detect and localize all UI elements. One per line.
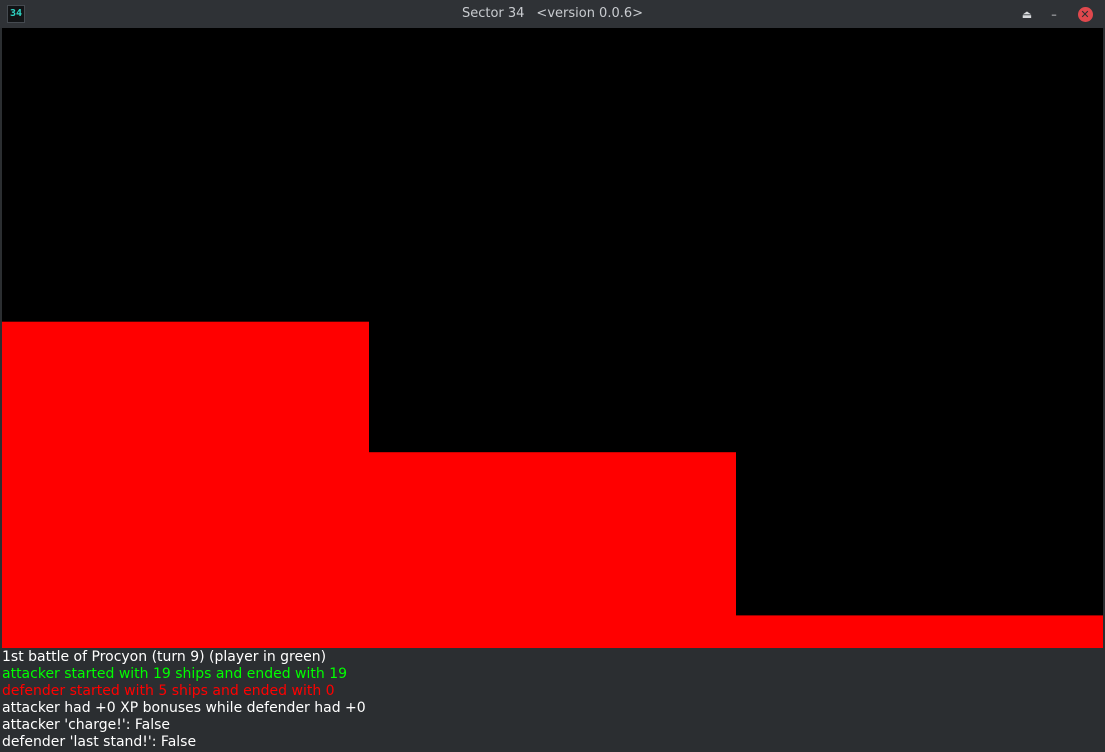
- battle-log: 1st battle of Procyon (turn 9) (player i…: [0, 648, 1105, 752]
- close-button[interactable]: ✕: [1076, 5, 1094, 23]
- minimize-button[interactable]: –: [1045, 5, 1063, 23]
- log-line-defender-ships: defender started with 5 ships and ended …: [2, 683, 335, 699]
- window-title-version: <version 0.0.6>: [536, 6, 644, 21]
- maximize-button[interactable]: ⏏: [1018, 5, 1036, 23]
- log-line-attacker-charge: attacker 'charge!': False: [2, 717, 171, 733]
- log-line-battle-title: 1st battle of Procyon (turn 9) (player i…: [2, 649, 327, 665]
- close-icon: ✕: [1077, 6, 1093, 22]
- window-title: Sector 34 <version 0.0.6>: [0, 6, 1105, 21]
- bar-3: [736, 615, 1103, 648]
- minus-icon: –: [1051, 7, 1057, 21]
- title-bar[interactable]: 34 Sector 34 <version 0.0.6> ⏏ – ✕: [0, 0, 1105, 28]
- log-line-attacker-ships: attacker started with 19 ships and ended…: [2, 666, 348, 682]
- eject-up-icon: ⏏: [1021, 7, 1033, 21]
- game-window: 34 Sector 34 <version 0.0.6> ⏏ – ✕ 1st ba…: [0, 0, 1105, 752]
- window-title-name: Sector 34: [461, 6, 525, 21]
- battle-chart-svg: [2, 321, 1103, 648]
- bar-2: [369, 452, 736, 648]
- bar-1: [2, 321, 369, 648]
- log-line-defender-last-stand: defender 'last stand!': False: [2, 734, 197, 750]
- battle-chart: [2, 28, 1103, 648]
- log-line-xp-bonuses: attacker had +0 XP bonuses while defende…: [2, 700, 366, 716]
